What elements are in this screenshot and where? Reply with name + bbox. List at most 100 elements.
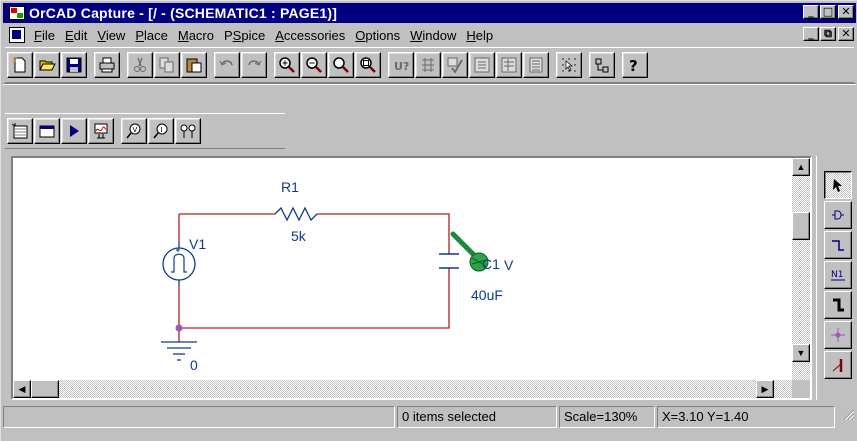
menu-window[interactable]: Window [405, 28, 461, 43]
r1-value-label[interactable]: 5k [291, 228, 306, 244]
redo-button[interactable] [241, 52, 267, 78]
resistor-r1[interactable] [274, 206, 318, 222]
orcad-app-icon[interactable] [9, 6, 25, 20]
netlist-button[interactable] [469, 52, 495, 78]
menu-macro[interactable]: Macro [173, 28, 219, 43]
current-marker-button[interactable]: I [148, 118, 174, 144]
menu-bar: File Edit View Place Macro PSpice Access… [3, 24, 856, 46]
copy-icon [159, 57, 174, 73]
place-part-icon [832, 210, 844, 220]
select-tool-button[interactable] [824, 171, 852, 199]
wire-top-right[interactable] [317, 213, 450, 254]
place-wire-button[interactable] [824, 231, 852, 259]
menu-options[interactable]: Options [350, 28, 405, 43]
copy-button[interactable] [154, 52, 180, 78]
doc-close-button[interactable]: ✕ [838, 27, 854, 41]
differential-voltage-marker-icon [180, 124, 196, 138]
menu-file[interactable]: File [29, 28, 60, 43]
capacitor-c1[interactable] [439, 253, 459, 269]
menu-pspice[interactable]: PSpice [219, 28, 270, 43]
resize-grip-icon[interactable] [837, 406, 854, 428]
svg-text:V: V [133, 126, 138, 134]
cut-button[interactable] [127, 52, 153, 78]
zoom-in-button[interactable] [274, 52, 300, 78]
annotate-button[interactable]: U? [388, 52, 414, 78]
help-button[interactable]: ? [622, 52, 648, 78]
zoom-area-button[interactable] [328, 52, 354, 78]
vertical-scrollbar[interactable]: ▲ ▼ [792, 158, 810, 380]
differential-voltage-marker-button[interactable] [175, 118, 201, 144]
r1-reference-label[interactable]: R1 [281, 179, 299, 195]
restore-button[interactable]: □ [820, 5, 836, 19]
place-bus-button[interactable] [824, 291, 852, 319]
menu-help[interactable]: Help [461, 28, 498, 43]
menu-view[interactable]: View [92, 28, 130, 43]
place-net-alias-button[interactable]: N1 [824, 261, 852, 289]
run-pspice-button[interactable] [61, 118, 87, 144]
horizontal-scroll-thumb[interactable] [31, 380, 59, 398]
toolbar-separator [3, 83, 856, 85]
scroll-up-button[interactable]: ▲ [792, 158, 810, 176]
back-annotate-button[interactable] [415, 52, 441, 78]
svg-text:U?: U? [394, 60, 409, 73]
paste-button[interactable] [181, 52, 207, 78]
new-simulation-profile-icon [11, 123, 28, 139]
place-wire-icon [832, 240, 844, 251]
edit-simulation-profile-button[interactable] [34, 118, 60, 144]
status-bar: 0 items selected Scale=130% X=3.10 Y=1.4… [3, 406, 856, 428]
zoom-out-icon [306, 57, 322, 73]
snap-to-grid-button[interactable] [556, 52, 582, 78]
menu-edit[interactable]: Edit [60, 28, 92, 43]
print-icon [99, 57, 115, 73]
drc-button[interactable] [442, 52, 468, 78]
horizontal-scrollbar[interactable]: ◀ ▶ [13, 380, 792, 398]
v1-reference-label[interactable]: V1 [189, 236, 206, 252]
place-bus-entry-button[interactable] [824, 351, 852, 379]
scroll-right-button[interactable]: ▶ [756, 380, 774, 398]
doc-restore-button[interactable]: ⧉ [820, 27, 836, 41]
svg-text:I: I [161, 126, 163, 134]
current-marker-icon: I [153, 123, 168, 139]
save-button[interactable] [61, 52, 87, 78]
cut-icon [134, 57, 146, 72]
vertical-scroll-thumb[interactable] [792, 212, 810, 240]
schematic-canvas[interactable]: R1 5k V1 C1 V 40uF 0 [13, 158, 792, 380]
bill-of-materials-button[interactable] [523, 52, 549, 78]
print-button[interactable] [94, 52, 120, 78]
redo-icon [248, 60, 262, 66]
back-annotate-icon [422, 58, 434, 72]
scroll-down-arrow-icon: ▼ [796, 348, 806, 358]
ground-net-label[interactable]: 0 [190, 357, 198, 373]
scroll-down-button[interactable]: ▼ [792, 344, 810, 362]
schematic-document-icon[interactable] [9, 27, 25, 43]
place-junction-icon [831, 328, 845, 342]
junction-dot[interactable] [175, 324, 183, 332]
undo-button[interactable] [214, 52, 240, 78]
project-manager-icon [595, 58, 609, 73]
wire-bottom-right[interactable] [179, 268, 450, 329]
zoom-all-button[interactable] [355, 52, 381, 78]
title-bar[interactable]: OrCAD Capture - [/ - (SCHEMATIC1 : PAGE1… [3, 3, 856, 23]
place-junction-button[interactable] [824, 321, 852, 349]
new-simulation-profile-button[interactable] [7, 118, 33, 144]
c1-value-label[interactable]: 40uF [471, 287, 503, 303]
c1-reference-label[interactable]: C1 [482, 256, 500, 272]
doc-minimize-button[interactable]: _ [803, 27, 819, 41]
view-simulation-results-button[interactable] [88, 118, 114, 144]
minimize-button[interactable]: _ [803, 5, 819, 19]
close-button[interactable]: ✕ [838, 5, 854, 19]
project-manager-button[interactable] [589, 52, 615, 78]
scroll-corner [792, 380, 810, 398]
cursor-coordinates: X=3.10 Y=1.40 [657, 406, 835, 428]
window-bottom-edge [1, 430, 857, 441]
zoom-out-button[interactable] [301, 52, 327, 78]
voltage-marker-button[interactable]: V [121, 118, 147, 144]
scroll-left-button[interactable]: ◀ [13, 380, 31, 398]
place-part-button[interactable] [824, 201, 852, 229]
menu-accessories[interactable]: Accessories [270, 28, 350, 43]
zoom-area-icon [333, 57, 349, 73]
new-button[interactable] [7, 52, 33, 78]
open-button[interactable] [34, 52, 60, 78]
cross-reference-button[interactable] [496, 52, 522, 78]
menu-place[interactable]: Place [130, 28, 173, 43]
